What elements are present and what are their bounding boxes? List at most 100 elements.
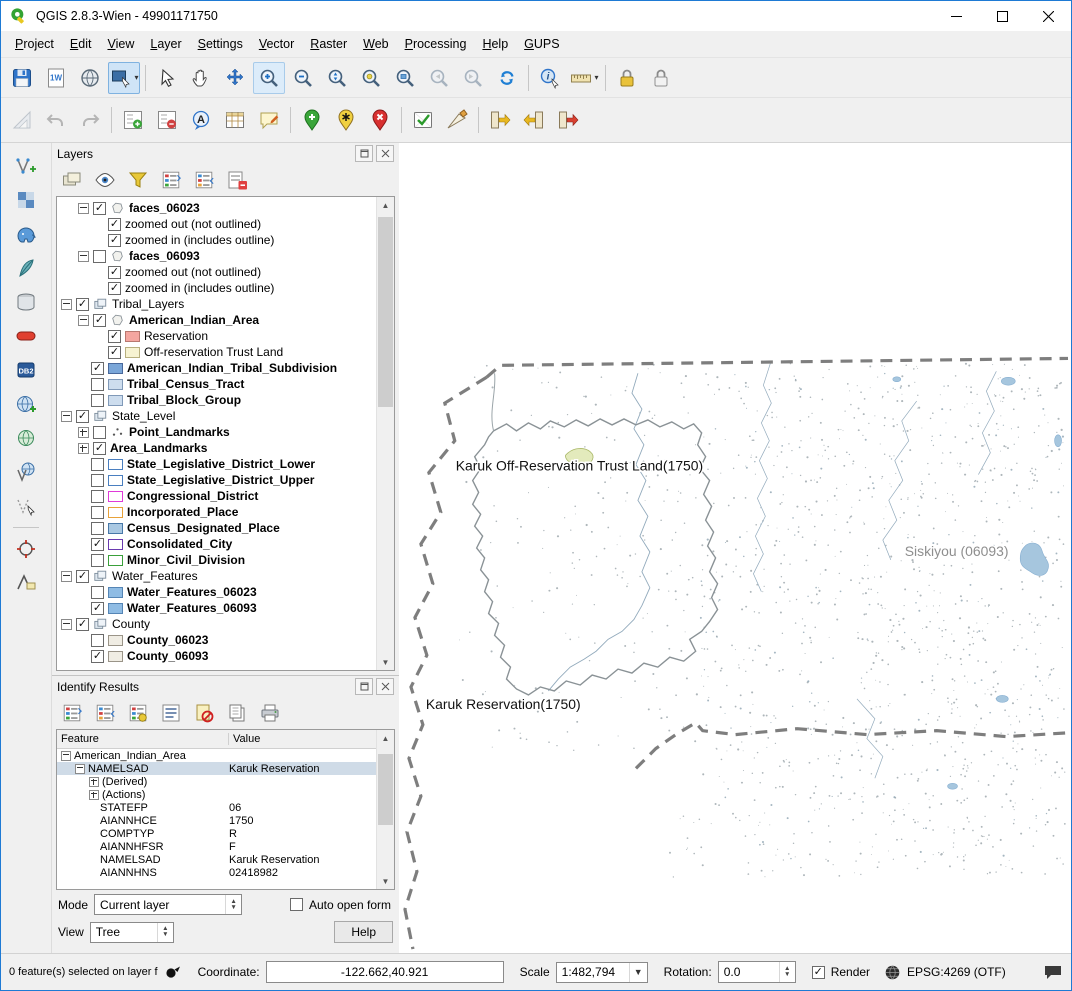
menu-raster[interactable]: Raster (302, 33, 355, 55)
result-row[interactable]: (Derived) (57, 775, 376, 788)
results-view-button[interactable] (156, 698, 186, 727)
scale-combo[interactable]: 1:482,794 ▼ (556, 962, 648, 983)
collapse-icon[interactable] (61, 411, 72, 422)
menu-view[interactable]: View (99, 33, 142, 55)
add-spatialite-layer-button[interactable] (10, 252, 42, 284)
collapse-icon[interactable] (61, 571, 72, 582)
add-postgis-layer-button[interactable] (10, 218, 42, 250)
save-project-button[interactable] (6, 62, 38, 94)
attribute-table-button[interactable] (219, 104, 251, 136)
layer-visibility-checkbox[interactable] (108, 282, 121, 295)
column-header-value[interactable]: Value (229, 733, 376, 745)
layer-row[interactable]: Congressional_District (57, 488, 376, 504)
collapse-all-button[interactable] (189, 165, 219, 194)
zoom-in-tool-button[interactable] (253, 62, 285, 94)
spin-arrows-icon[interactable]: ▲▼ (157, 923, 173, 942)
crs-globe-icon[interactable] (884, 964, 901, 981)
copy-results-button[interactable] (222, 698, 252, 727)
layer-visibility-checkbox[interactable] (76, 570, 89, 583)
composer-manager-button[interactable] (74, 62, 106, 94)
add-vector-layer-button[interactable] (10, 150, 42, 182)
menu-edit[interactable]: Edit (62, 33, 100, 55)
scroll-track[interactable] (377, 746, 394, 873)
zoom-full-extent-tool-button[interactable] (321, 62, 353, 94)
expand-icon[interactable] (89, 790, 99, 800)
float-panel-button[interactable] (355, 678, 373, 695)
refresh-map-tool-button[interactable] (491, 62, 523, 94)
result-row[interactable]: STATEFP06 (57, 801, 376, 814)
layer-visibility-checkbox[interactable] (108, 234, 121, 247)
expand-icon[interactable] (78, 443, 89, 454)
layer-row[interactable]: Area_Landmarks (57, 440, 376, 456)
scroll-up-icon[interactable]: ▲ (377, 197, 394, 213)
legend-remove-red-button[interactable] (151, 104, 183, 136)
layer-row[interactable]: State_Legislative_District_Lower (57, 456, 376, 472)
layer-visibility-checkbox[interactable] (91, 394, 104, 407)
layer-visibility-checkbox[interactable] (91, 362, 104, 375)
layer-visibility-checkbox[interactable] (91, 554, 104, 567)
scroll-thumb[interactable] (378, 754, 393, 825)
layer-row[interactable]: faces_06093 (57, 248, 376, 264)
scroll-up-icon[interactable]: ▲ (377, 730, 394, 746)
collapse-icon[interactable] (61, 751, 71, 761)
layer-row[interactable]: American_Indian_Area (57, 312, 376, 328)
layer-row[interactable]: Tribal_Layers (57, 296, 376, 312)
remove-layer-button[interactable] (222, 165, 252, 194)
result-row[interactable]: COMPTYPR (57, 827, 376, 840)
result-row[interactable]: (Actions) (57, 788, 376, 801)
layer-visibility-checkbox[interactable] (76, 298, 89, 311)
add-oracle-layer-button[interactable] (10, 320, 42, 352)
annotation-button[interactable]: A (185, 104, 217, 136)
collapse-icon[interactable] (75, 764, 85, 774)
layer-row[interactable]: zoomed out (not outlined) (57, 264, 376, 280)
layer-visibility-checkbox[interactable] (91, 634, 104, 647)
scroll-down-icon[interactable]: ▼ (377, 654, 394, 670)
layer-row[interactable]: faces_06023 (57, 200, 376, 216)
layer-visibility-checkbox[interactable] (93, 202, 106, 215)
manage-layer-visibility-button[interactable] (90, 165, 120, 194)
result-row[interactable]: AIANNHFSRF (57, 840, 376, 853)
float-panel-button[interactable] (355, 145, 373, 162)
layer-visibility-checkbox[interactable] (93, 426, 106, 439)
layer-visibility-checkbox[interactable] (76, 410, 89, 423)
menu-layer[interactable]: Layer (142, 33, 189, 55)
identify-scrollbar[interactable]: ▲ ▼ (376, 730, 394, 889)
zoom-last-tool-button[interactable] (423, 62, 455, 94)
menu-gups[interactable]: GUPS (516, 33, 567, 55)
layer-row[interactable]: Water_Features_06093 (57, 600, 376, 616)
add-wms-layer-button[interactable] (10, 388, 42, 420)
pan-to-selection-tool-button[interactable] (219, 62, 251, 94)
touch-tool-button[interactable] (151, 62, 183, 94)
select-rectangle-tool-button[interactable]: ▾ (108, 62, 140, 94)
scroll-track[interactable] (377, 213, 394, 654)
layer-visibility-checkbox[interactable] (91, 474, 104, 487)
add-mssql-layer-button[interactable] (10, 286, 42, 318)
help-button[interactable]: Help (334, 921, 393, 943)
map-tips-button[interactable] (253, 104, 285, 136)
undo-button[interactable] (40, 104, 72, 136)
validate-map-button[interactable] (407, 104, 439, 136)
add-group-button[interactable] (57, 165, 87, 194)
layer-row[interactable]: Water_Features_06023 (57, 584, 376, 600)
layer-visibility-checkbox[interactable] (108, 330, 121, 343)
layer-row[interactable]: Consolidated_City (57, 536, 376, 552)
import-shapes-button[interactable] (484, 104, 516, 136)
layer-row[interactable]: zoomed in (includes outline) (57, 232, 376, 248)
sketch-map-button[interactable] (441, 104, 473, 136)
layer-row[interactable]: Water_Features (57, 568, 376, 584)
legend-add-green-button[interactable] (117, 104, 149, 136)
layer-row[interactable]: Reservation (57, 328, 376, 344)
menu-web[interactable]: Web (355, 33, 396, 55)
layer-visibility-checkbox[interactable] (91, 586, 104, 599)
layer-row[interactable]: Minor_Civil_Division (57, 552, 376, 568)
dropdown-arrow-icon[interactable]: ▾ (134, 73, 138, 82)
tracking-icon[interactable] (164, 963, 182, 981)
layer-visibility-checkbox[interactable] (91, 506, 104, 519)
zoom-to-layer-tool-button[interactable] (389, 62, 421, 94)
add-db2-layer-button[interactable]: DB2 (10, 354, 42, 386)
expand-icon[interactable] (89, 777, 99, 787)
layer-visibility-checkbox[interactable] (91, 490, 104, 503)
layer-visibility-checkbox[interactable] (91, 602, 104, 615)
menu-project[interactable]: Project (7, 33, 62, 55)
menu-processing[interactable]: Processing (397, 33, 475, 55)
